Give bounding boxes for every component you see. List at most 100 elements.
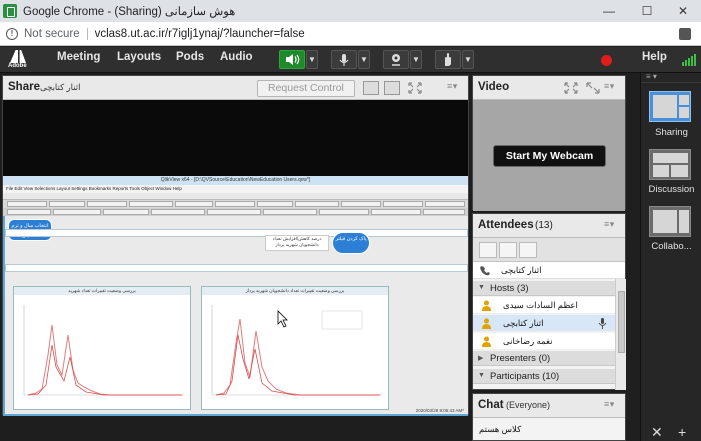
scrollbar-thumb[interactable] [618,291,625,353]
shared-app-menu: File Edit View Selections Layout Setting… [3,185,468,193]
layouts-bar: ≡ ▾ Sharing Discussion Collabo... ✕ + [640,72,701,441]
percent-values-row [5,264,468,272]
menu-help[interactable]: Help [642,51,667,63]
chart-right-title: بررسی وضعیت تغییرات تعداد دانشجویان شهری… [202,287,388,295]
video-pod-title: Video [478,81,510,93]
layout-sharing-label[interactable]: Sharing [641,127,701,138]
extension-icon[interactable] [679,28,691,40]
request-control-button[interactable]: Request Control [257,80,355,97]
shared-app-tabs-row2 [3,208,468,216]
clear-filter-button: پاک کردن فیلتر [332,232,370,254]
attendee-row[interactable]: اثنار کتابچی [473,315,615,332]
start-webcam-button[interactable]: Start My Webcam [493,145,606,167]
share-pod: Share اثنار کتابچی Request Control ≡ ▾ Q… [2,75,469,416]
my-status-row[interactable]: اثنار کتابچی [473,262,625,279]
video-pod-menu-icon[interactable]: ≡ ▾ [604,81,614,92]
speaker-button[interactable] [279,50,305,69]
attendee-name: نغمه رضاخانی [503,336,553,346]
group-participants[interactable]: ▼ Participants (10) [473,369,615,384]
microphone-icon [339,54,349,66]
attendees-pod-menu-icon[interactable]: ≡ ▾ [604,219,614,230]
host-person-icon [482,336,491,347]
connection-strength-icon [682,54,696,66]
my-name: اثنار کتابچی [501,265,542,275]
tools-icon[interactable]: ✕ [651,424,663,441]
chat-pod-title: Chat [478,399,504,411]
attendee-status-icon[interactable] [519,242,537,258]
shared-app-title: QlikView x64 - [D:\QVSource\Education\Ne… [3,176,468,185]
phone-icon [480,266,490,276]
host-person-icon [482,318,491,329]
chat-message: کلاس هستم [479,424,522,434]
record-icon[interactable] [601,55,612,66]
attendee-list-view-icon[interactable] [479,242,497,258]
app-toolbar: Adobe Meeting Layouts Pods Audio ▼ ▼ ▼ ▼… [0,47,701,73]
chart-left-title: بررسی وضعیت تغییرات تعداد شهریه [14,287,190,295]
chat-pod-menu-icon[interactable]: ≡ ▾ [604,399,614,410]
shared-screen: QlikView x64 - [D:\QVSource\Education\Ne… [3,176,468,416]
attendee-row[interactable]: نغمه رضاخانی [473,333,615,350]
chart-panel-right: بررسی وضعیت تغییرات تعداد دانشجویان شهری… [201,286,389,410]
webcam-options-caret[interactable]: ▼ [410,50,422,69]
layout-collaboration-label[interactable]: Collabo... [641,241,701,252]
address-bar[interactable]: ! Not secure vclas8.ut.ac.ir/r7iglj1ynaj… [0,22,701,46]
attendee-breakout-icon[interactable] [499,242,517,258]
attendees-pod-header: Attendees (13) ≡ ▾ [473,214,625,238]
attendee-row[interactable]: اعظم السادات سیدی [473,297,615,314]
layout-sharing-thumb[interactable] [649,91,691,122]
attendees-scrollbar[interactable] [615,279,626,390]
collapse-arrow-icon: ▶ [478,355,484,362]
webcam-button[interactable] [383,50,409,69]
video-expand-icon[interactable] [585,81,601,95]
microphone-options-caret[interactable]: ▼ [358,50,370,69]
pod-menu-icon[interactable]: ≡ ▾ [447,81,457,92]
adobe-logo-text: Adobe [8,63,27,69]
mouse-cursor-icon [277,310,288,328]
shared-app-tabs [3,200,468,208]
info-icon[interactable]: ! [6,27,18,40]
attendees-toolbar [473,238,625,262]
window-title: Google Chrome - (Sharing) هوش سازمانی [23,6,236,18]
share-letterbox [3,100,468,176]
layout-collaboration-thumb[interactable] [649,206,691,237]
group-presenters[interactable]: ▶ Presenters (0) [473,351,615,366]
layout-discussion-label[interactable]: Discussion [641,184,701,195]
add-layout-icon[interactable]: + [678,424,686,440]
expand-arrow-icon: ▼ [478,284,485,291]
menu-meeting[interactable]: Meeting [57,51,100,63]
status-options-caret[interactable]: ▼ [462,50,474,69]
pod-view-icon[interactable] [363,81,379,95]
fullscreen-icon[interactable] [407,81,423,95]
raise-hand-button[interactable] [435,50,461,69]
raise-hand-icon [445,53,451,66]
group-presenters-label: Presenters (0) [490,353,551,364]
speaker-options-caret[interactable]: ▼ [306,50,318,69]
url-text[interactable]: vclas8.ut.ac.ir/r7iglj1ynaj/?launcher=fa… [95,28,305,40]
menu-pods[interactable]: Pods [176,51,204,63]
minimize-button[interactable]: — [591,0,627,22]
menu-layouts[interactable]: Layouts [117,51,161,63]
chart-right [211,305,382,396]
adobe-logo: Adobe [8,48,28,72]
maximize-button[interactable]: ☐ [629,0,665,22]
layouts-bar-menu-icon[interactable]: ≡ ▾ [646,72,657,81]
security-status[interactable]: Not secure [24,28,80,40]
chat-scope: (Everyone) [506,400,551,410]
window-titlebar: Google Chrome - (Sharing) هوش سازمانی — … [0,0,701,22]
microphone-button[interactable] [331,50,357,69]
host-person-icon [482,300,491,311]
change-percent-label: درصد کاهش/افزایش تعداد دانشجویان شهریه پ… [265,235,329,251]
group-hosts[interactable]: ▼ Hosts (3) [473,281,615,296]
close-button[interactable]: ✕ [665,0,701,22]
video-pod: Video ≡ ▾ Start My Webcam [472,75,626,211]
share-pod-header: Share اثنار کتابچی Request Control ≡ ▾ [3,76,468,100]
webcam-icon [392,54,400,66]
video-fullscreen-icon[interactable] [563,81,579,95]
chat-pod-header: Chat (Everyone) ≡ ▾ [473,394,625,418]
chart-panel-left: بررسی وضعیت تغییرات تعداد شهریه [13,286,191,410]
speaker-icon [286,54,300,65]
layout-discussion-thumb[interactable] [649,149,691,180]
pod-sync-icon[interactable] [384,81,400,95]
menu-audio[interactable]: Audio [220,51,253,63]
address-divider [86,27,88,40]
